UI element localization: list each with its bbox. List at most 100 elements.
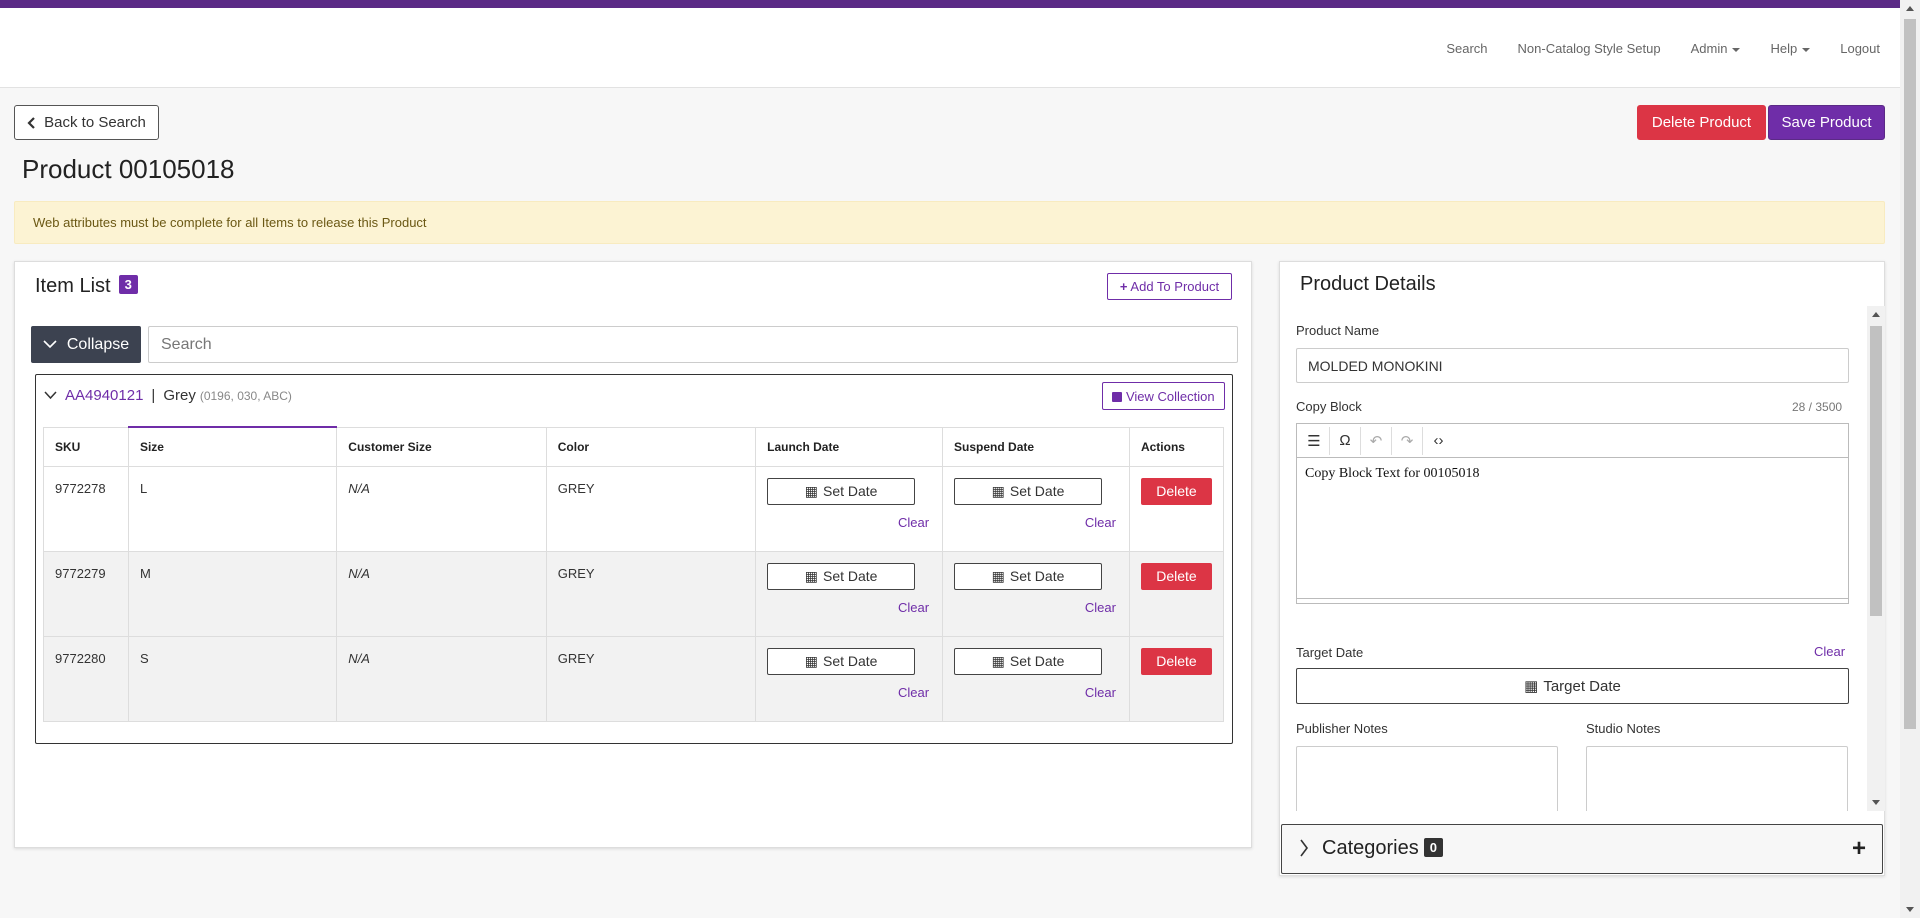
nav-non-catalog-link[interactable]: Non-Catalog Style Setup — [1518, 41, 1661, 56]
studio-notes-field[interactable] — [1586, 746, 1848, 811]
suspend-clear-link[interactable]: Clear — [954, 600, 1118, 615]
target-date-button-label: Target Date — [1543, 677, 1621, 695]
sku-cell: 9772278 — [43, 465, 129, 552]
column-header-suspend-date[interactable]: Suspend Date — [942, 426, 1130, 467]
bulleted-list-icon[interactable]: ☰ — [1299, 426, 1330, 455]
launch-date-cell: ▦ Set Date Clear — [755, 635, 944, 722]
item-search-input[interactable] — [148, 326, 1238, 363]
table-row: 9772279 M N/A GREY ▦ Set Date Clear ▦ Set … — [43, 550, 1225, 637]
scroll-down-arrow-icon[interactable] — [1872, 800, 1880, 805]
nav-logout-link[interactable]: Logout — [1840, 41, 1880, 56]
copy-block-editor: ☰ Ω ↶ ↷ ‹› Copy Block Text for 00105018 — [1296, 423, 1849, 604]
nav-search-link[interactable]: Search — [1446, 41, 1487, 56]
collection-header[interactable]: AA4940121 | Grey (0196, 030, ABC) — [44, 387, 292, 404]
collection-code-link[interactable]: AA4940121 — [65, 387, 143, 404]
customer-size-cell: N/A — [336, 550, 547, 637]
back-to-search-button[interactable]: Back to Search — [14, 105, 159, 140]
product-details-panel: Product Details Product Name Copy Block … — [1279, 261, 1885, 876]
delete-item-button[interactable]: Delete — [1140, 562, 1212, 590]
add-category-plus-icon[interactable]: + — [1852, 835, 1866, 863]
nav-help-dropdown[interactable]: Help — [1770, 41, 1811, 56]
product-details-scroll-area: Product Name Copy Block 28 / 3500 ☰ Ω ↶ … — [1280, 306, 1886, 811]
special-character-icon[interactable]: Ω — [1330, 426, 1361, 455]
collapse-button[interactable]: Collapse — [31, 326, 141, 363]
chevron-right-icon — [1300, 839, 1308, 857]
item-list-title: Item List — [35, 275, 111, 297]
product-details-title: Product Details — [1300, 273, 1436, 295]
external-link-icon — [1112, 391, 1123, 402]
chevron-down-icon — [44, 391, 57, 400]
suspend-set-date-button[interactable]: ▦ Set Date — [954, 477, 1103, 505]
launch-set-date-button[interactable]: ▦ Set Date — [767, 477, 916, 505]
top-navbar: Search Non-Catalog Style Setup Admin Hel… — [0, 8, 1900, 88]
categories-count-badge: 0 — [1423, 838, 1443, 857]
top-accent-strip — [0, 0, 1900, 8]
product-name-field[interactable] — [1296, 348, 1849, 383]
collection-separator: | — [151, 387, 156, 404]
size-cell: S — [127, 635, 338, 722]
publisher-notes-label: Publisher Notes — [1296, 721, 1388, 736]
target-date-clear-link[interactable]: Clear — [1814, 644, 1845, 659]
categories-accordion[interactable]: Categories 0 + — [1281, 824, 1883, 874]
suspend-set-date-button[interactable]: ▦ Set Date — [954, 647, 1103, 675]
categories-heading: Categories 0 — [1322, 837, 1443, 860]
customer-size-cell: N/A — [336, 465, 547, 552]
sku-cell: 9772280 — [43, 635, 129, 722]
scroll-up-arrow-icon[interactable] — [1906, 6, 1914, 11]
launch-date-cell: ▦ Set Date Clear — [755, 550, 944, 637]
page-scrollbar[interactable] — [1900, 0, 1920, 918]
target-date-button[interactable]: ▦ Target Date — [1296, 668, 1849, 704]
column-header-launch-date[interactable]: Launch Date — [755, 426, 944, 467]
suspend-date-cell: ▦ Set Date Clear — [942, 550, 1130, 637]
copy-block-text-area[interactable]: Copy Block Text for 00105018 — [1297, 458, 1848, 599]
nav-help-label: Help — [1770, 41, 1798, 56]
size-cell: M — [127, 550, 338, 637]
suspend-date-cell: ▦ Set Date Clear — [942, 635, 1130, 722]
launch-set-date-button[interactable]: ▦ Set Date — [767, 647, 916, 675]
suspend-set-date-button[interactable]: ▦ Set Date — [954, 562, 1103, 590]
scroll-down-arrow-icon[interactable] — [1906, 907, 1914, 912]
suspend-clear-link[interactable]: Clear — [954, 515, 1118, 530]
scrollbar-thumb[interactable] — [1870, 326, 1882, 616]
launch-clear-link[interactable]: Clear — [767, 515, 931, 530]
color-cell: GREY — [545, 635, 757, 722]
scrollbar-thumb[interactable] — [1904, 19, 1916, 729]
launch-clear-link[interactable]: Clear — [767, 600, 931, 615]
editor-toolbar: ☰ Ω ↶ ↷ ‹› — [1297, 424, 1848, 458]
suspend-clear-link[interactable]: Clear — [954, 685, 1118, 700]
items-table: SKU Size Customer Size Color Launch Date… — [43, 426, 1225, 722]
column-header-size[interactable]: Size — [127, 426, 338, 467]
delete-item-button[interactable]: Delete — [1140, 477, 1212, 505]
column-header-color[interactable]: Color — [545, 426, 757, 467]
details-scrollbar[interactable] — [1867, 306, 1885, 811]
size-cell: L — [127, 465, 338, 552]
calendar-icon: ▦ — [804, 482, 818, 499]
column-header-customer-size[interactable]: Customer Size — [336, 426, 547, 467]
item-count-badge: 3 — [118, 275, 138, 294]
delete-product-button[interactable]: Delete Product — [1637, 105, 1766, 140]
launch-clear-link[interactable]: Clear — [767, 685, 931, 700]
calendar-icon: ▦ — [991, 652, 1005, 669]
add-to-product-button[interactable]: + Add To Product — [1107, 273, 1232, 300]
nav-admin-dropdown[interactable]: Admin — [1691, 41, 1741, 56]
save-product-button[interactable]: Save Product — [1768, 105, 1885, 140]
calendar-icon: ▦ — [804, 567, 818, 584]
publisher-notes-field[interactable] — [1296, 746, 1558, 811]
back-to-search-label: Back to Search — [44, 114, 146, 131]
column-header-sku[interactable]: SKU — [43, 426, 129, 467]
table-row: 9772278 L N/A GREY ▦ Set Date Clear ▦ Set … — [43, 465, 1225, 552]
view-collection-button[interactable]: View Collection — [1102, 382, 1225, 410]
color-cell: GREY — [545, 550, 757, 637]
redo-icon[interactable]: ↷ — [1392, 426, 1423, 455]
delete-item-button[interactable]: Delete — [1140, 647, 1212, 675]
color-cell: GREY — [545, 465, 757, 552]
view-collection-label: View Collection — [1125, 388, 1215, 404]
undo-icon[interactable]: ↶ — [1361, 426, 1392, 455]
launch-set-date-button[interactable]: ▦ Set Date — [767, 562, 916, 590]
sku-cell: 9772279 — [43, 550, 129, 637]
scroll-up-arrow-icon[interactable] — [1872, 312, 1880, 317]
copy-block-label: Copy Block — [1296, 399, 1362, 414]
source-code-icon[interactable]: ‹› — [1423, 427, 1454, 455]
column-header-actions: Actions — [1128, 426, 1225, 467]
collection-name: Grey — [163, 387, 196, 404]
